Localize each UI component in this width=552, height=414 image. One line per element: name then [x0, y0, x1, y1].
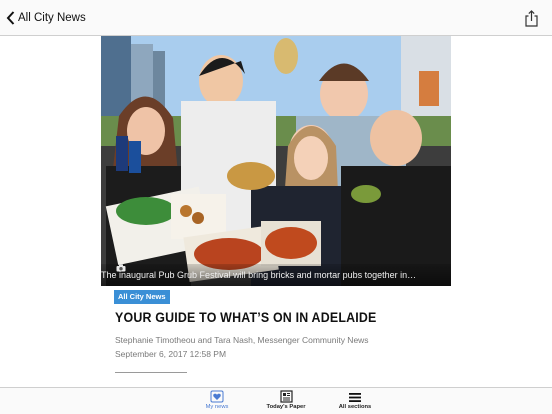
tab-todays-paper-label: Today's Paper	[266, 404, 306, 410]
share-button[interactable]	[525, 10, 538, 32]
article-byline: Stephanie Timotheou and Tara Nash, Messe…	[115, 335, 369, 345]
tab-all-sections[interactable]: All sections	[320, 389, 390, 414]
image-caption-bar: The inaugural Pub Grub Festival will bri…	[101, 264, 451, 286]
heart-newspaper-icon	[210, 390, 224, 403]
tab-all-sections-label: All sections	[338, 404, 372, 410]
tab-my-news-label: My news	[205, 404, 229, 410]
bottom-tab-bar: My news Today's Paper All sections	[0, 387, 552, 414]
menu-icon	[349, 393, 361, 402]
top-nav-bar: All City News	[0, 0, 552, 36]
back-button-label: All City News	[18, 12, 86, 24]
tab-my-news[interactable]: My news	[182, 389, 252, 414]
tab-todays-paper[interactable]: Today's Paper	[251, 389, 321, 414]
share-icon	[525, 10, 538, 27]
article-date: September 6, 2017 12:58 PM	[115, 349, 227, 359]
divider	[115, 372, 187, 373]
article-headline[interactable]: YOUR GUIDE TO WHAT’S ON IN ADELAIDE	[115, 310, 377, 325]
newspaper-icon	[279, 390, 293, 403]
section-tag[interactable]: All City News	[114, 290, 170, 304]
article-hero-image[interactable]: The inaugural Pub Grub Festival will bri…	[101, 36, 451, 286]
hero-photo	[101, 36, 451, 286]
image-caption: The inaugural Pub Grub Festival will bri…	[101, 270, 417, 280]
chevron-left-icon	[6, 11, 15, 25]
back-button[interactable]: All City News	[6, 9, 86, 27]
camera-icon	[116, 264, 126, 272]
